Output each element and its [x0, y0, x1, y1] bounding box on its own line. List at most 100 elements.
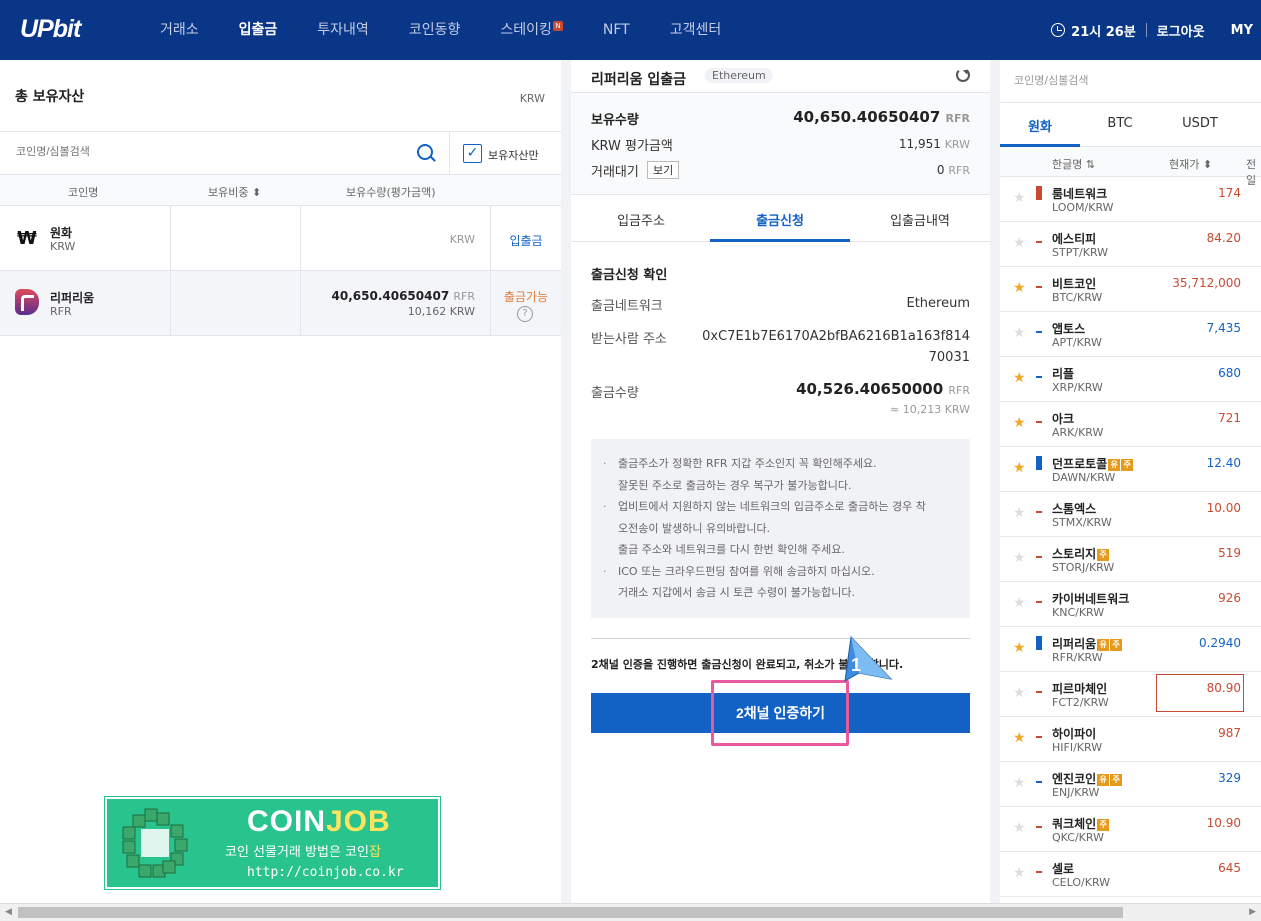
favorite-star-icon[interactable]: ★: [1013, 505, 1026, 521]
coin-row[interactable]: ★ 리퍼리움 유 주 RFR/KRW 0.2940: [1000, 627, 1261, 672]
candle-icon: [1036, 421, 1042, 423]
nav-investments[interactable]: 투자내역: [297, 0, 389, 60]
upbit-logo[interactable]: UPbit: [20, 15, 81, 44]
candle-icon: [1036, 376, 1042, 378]
favorite-star-icon[interactable]: ★: [1013, 190, 1026, 206]
favorite-star-icon[interactable]: ★: [1013, 370, 1026, 386]
banner-title-a: COIN: [247, 805, 326, 838]
view-pending-button[interactable]: 보기: [647, 161, 680, 179]
col-holding-ratio[interactable]: 보유비중 ⬍: [208, 184, 261, 200]
coin-row[interactable]: ★ 앱토스 APT/KRW 7,435: [1000, 312, 1261, 357]
coin-row[interactable]: ★ 쿼크체인 주 QKC/KRW 10.90: [1000, 807, 1261, 852]
notice-text: 업비트에서 지원하지 않는 네트워크의 입금주소로 출금하는 경우 착: [618, 500, 926, 513]
asset-row-rfr[interactable]: 리퍼리움 RFR 40,650.40650407 RFR 10,162 KRW …: [0, 271, 561, 336]
coin-name: 원화: [50, 226, 73, 240]
coin-badge: 유: [1097, 774, 1110, 786]
market-search-input[interactable]: 코인명/심볼검색: [1014, 72, 1089, 88]
search-icon[interactable]: [417, 144, 433, 160]
deposit-withdraw-panel: 리퍼리움 입출금 Ethereum 보유수량 40,650.40650407 R…: [571, 60, 990, 903]
coin-row[interactable]: ★ 카이버네트워크 KNC/KRW 926: [1000, 582, 1261, 627]
asset-search-input[interactable]: [16, 146, 396, 158]
favorite-star-icon[interactable]: ★: [1013, 235, 1026, 251]
tab-krw-market[interactable]: 원화: [1000, 116, 1080, 135]
coin-row[interactable]: ★ 던프로토콜 유 주 DAWN/KRW 12.40: [1000, 447, 1261, 492]
scroll-left-arrow-icon[interactable]: ◀: [5, 907, 12, 917]
coin-row[interactable]: ★ 스톰엑스 STMX/KRW 10.00: [1000, 492, 1261, 537]
logout-link[interactable]: 로그아웃: [1157, 21, 1205, 40]
favorite-star-icon[interactable]: ★: [1013, 640, 1026, 656]
new-badge: N: [552, 21, 563, 31]
horizontal-scrollbar[interactable]: ◀ ▶: [0, 903, 1261, 921]
deposit-withdraw-link[interactable]: 입출금: [491, 232, 561, 249]
favorite-star-icon[interactable]: ★: [1013, 550, 1026, 566]
favorite-star-icon[interactable]: ★: [1013, 775, 1026, 791]
coin-row[interactable]: ★ 셀로 CELO/KRW 645: [1000, 852, 1261, 897]
amount-label: 출금수량: [591, 386, 639, 401]
coin-row[interactable]: ★ 엔진코인 유 주 ENJ/KRW 329: [1000, 762, 1261, 807]
banner-url: http://coinjob.co.kr: [247, 865, 404, 880]
coin-name: 리퍼리움 유 주: [1052, 635, 1123, 652]
coin-row[interactable]: ★ 리플 XRP/KRW 680: [1000, 357, 1261, 402]
coin-row[interactable]: ★ 룸네트워크 LOOM/KRW 174: [1000, 177, 1261, 222]
banner-subtitle-a: 코인 선물거래 방법은 코인: [225, 845, 369, 860]
tab-deposit-address[interactable]: 입금주소: [571, 210, 711, 229]
favorite-star-icon[interactable]: ★: [1013, 685, 1026, 701]
favorite-star-icon[interactable]: ★: [1013, 865, 1026, 881]
coin-price: 987: [1218, 726, 1241, 740]
favorite-star-icon[interactable]: ★: [1013, 415, 1026, 431]
withdraw-available-label[interactable]: 출금가능: [491, 288, 561, 305]
section-title: 출금신청 확인: [591, 268, 668, 283]
holding-amount: 40,650.40650407 RFR: [332, 289, 475, 303]
tab-btc-market[interactable]: BTC: [1080, 116, 1160, 131]
coin-row[interactable]: ★ 에스티피 STPT/KRW 84.20: [1000, 222, 1261, 267]
col-korean-name[interactable]: 한글명 ⇅: [1052, 156, 1095, 172]
coin-name: 셀로: [1052, 860, 1074, 877]
coin-pair: ENJ/KRW: [1052, 786, 1100, 799]
coin-row[interactable]: ★ 아크 ARK/KRW 721: [1000, 402, 1261, 447]
tab-history[interactable]: 입출금내역: [850, 210, 990, 229]
favorite-star-icon[interactable]: ★: [1013, 460, 1026, 476]
favorite-star-icon[interactable]: ★: [1013, 595, 1026, 611]
col-coin-name[interactable]: 코인명: [68, 184, 98, 200]
notice-text: ICO 또는 크라우드펀딩 참여를 위해 송금하지 마십시오.: [618, 564, 875, 578]
coin-badge: 주: [1110, 639, 1123, 651]
my-link[interactable]: MY: [1231, 23, 1253, 38]
holding-value: 40,650.40650407 RFR: [793, 108, 970, 126]
scroll-thumb[interactable]: [18, 907, 1123, 918]
refresh-icon[interactable]: [956, 68, 970, 82]
main-nav: 거래소 입출금 투자내역 코인동향 스테이킹 N NFT 고객센터: [140, 0, 741, 60]
nav-deposit-withdraw[interactable]: 입출금: [219, 0, 298, 60]
nav-staking[interactable]: 스테이킹 N: [480, 0, 583, 60]
nav-exchange[interactable]: 거래소: [140, 0, 219, 60]
help-icon[interactable]: ?: [517, 306, 533, 322]
coin-name: 스톰엑스: [1052, 500, 1096, 517]
col-current-price[interactable]: 현재가 ⬍: [1169, 156, 1212, 172]
nav-support[interactable]: 고객센터: [650, 0, 742, 60]
coin-row[interactable]: ★ 스토리지 주 STORJ/KRW 519: [1000, 537, 1261, 582]
tab-withdraw-request[interactable]: 출금신청: [710, 210, 850, 229]
coin-row[interactable]: ★ 피르마체인 FCT2/KRW 80.90: [1000, 672, 1261, 717]
coin-row[interactable]: ★ 하이파이 HIFI/KRW 987: [1000, 717, 1261, 762]
top-navigation-bar: UPbit 거래소 입출금 투자내역 코인동향 스테이킹 N NFT 고객센터 2…: [0, 0, 1261, 60]
bullet: ·: [603, 457, 607, 470]
address-line-2: 70031: [928, 350, 970, 365]
coin-name-text: 카이버네트워크: [1052, 592, 1130, 606]
favorite-star-icon[interactable]: ★: [1013, 820, 1026, 836]
coin-price: 926: [1218, 591, 1241, 605]
nav-coin-trends[interactable]: 코인동향: [389, 0, 481, 60]
tab-usdt-market[interactable]: USDT: [1160, 116, 1240, 131]
amount-unit: RFR: [453, 290, 475, 303]
favorite-star-icon[interactable]: ★: [1013, 280, 1026, 296]
coin-pair: XRP/KRW: [1052, 381, 1103, 394]
favorite-star-icon[interactable]: ★: [1013, 730, 1026, 746]
scroll-right-arrow-icon[interactable]: ▶: [1249, 907, 1256, 917]
clock-icon: [1051, 23, 1066, 37]
held-only-checkbox[interactable]: ✓: [463, 144, 482, 163]
coin-badge: 주: [1110, 774, 1123, 786]
nav-nft[interactable]: NFT: [583, 0, 650, 60]
highlight-box: [711, 680, 849, 746]
coin-row[interactable]: ★ 비트코인 BTC/KRW 35,712,000: [1000, 267, 1261, 312]
favorite-star-icon[interactable]: ★: [1013, 325, 1026, 341]
asset-row-krw[interactable]: ₩ 원화 KRW KRW 입출금: [0, 206, 561, 271]
pending-value: 0 RFR: [937, 163, 970, 177]
